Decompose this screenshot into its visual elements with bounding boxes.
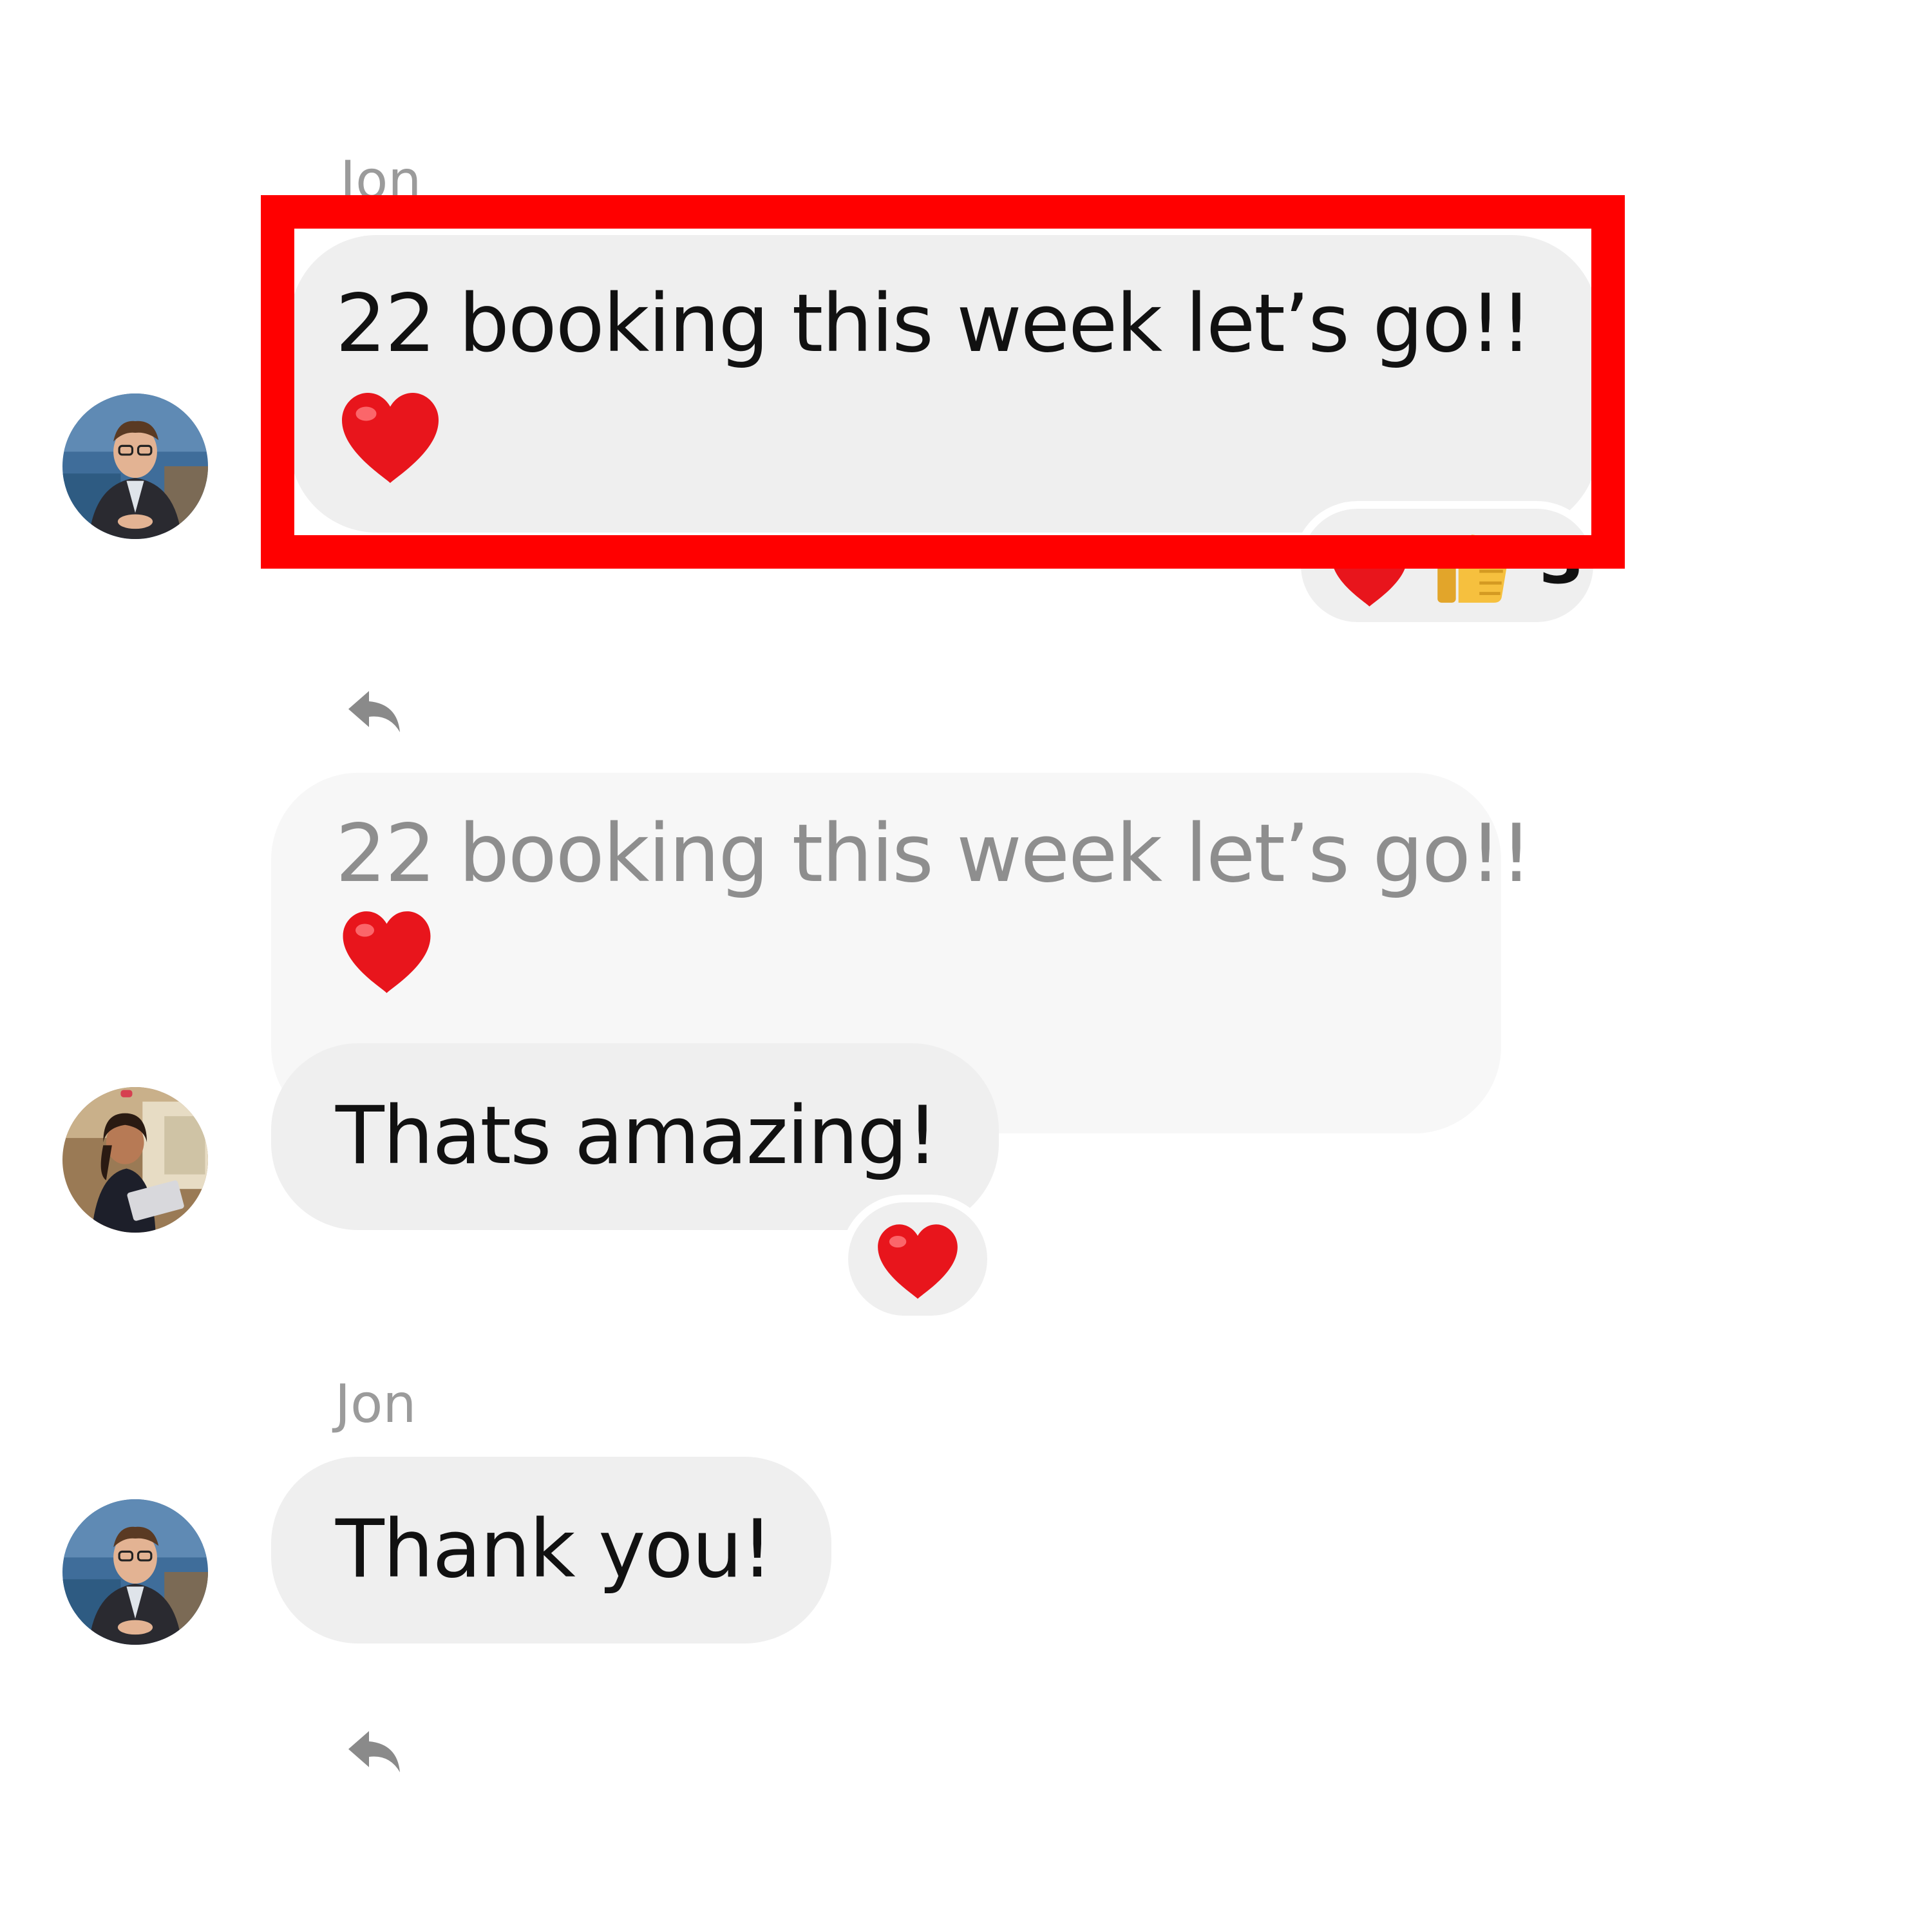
avatar-contact[interactable] [62, 1087, 208, 1233]
message-text: Thank you! [336, 1503, 773, 1596]
reply-icon[interactable] [343, 686, 408, 737]
sender-name: Jon [335, 1374, 417, 1435]
avatar-jon[interactable] [62, 1499, 208, 1645]
red-heart-icon [875, 1222, 960, 1302]
message-bubble[interactable]: Thank you! [271, 1457, 831, 1643]
reply-icon[interactable] [343, 1726, 408, 1777]
reaction-badge[interactable] [840, 1195, 995, 1323]
message-text: Thats amazing! [336, 1090, 938, 1182]
avatar-jon[interactable] [62, 393, 208, 539]
quoted-text: 22 booking this week let’s go!! [336, 808, 1532, 900]
highlight-box [261, 195, 1625, 569]
red-heart-icon [340, 908, 433, 996]
